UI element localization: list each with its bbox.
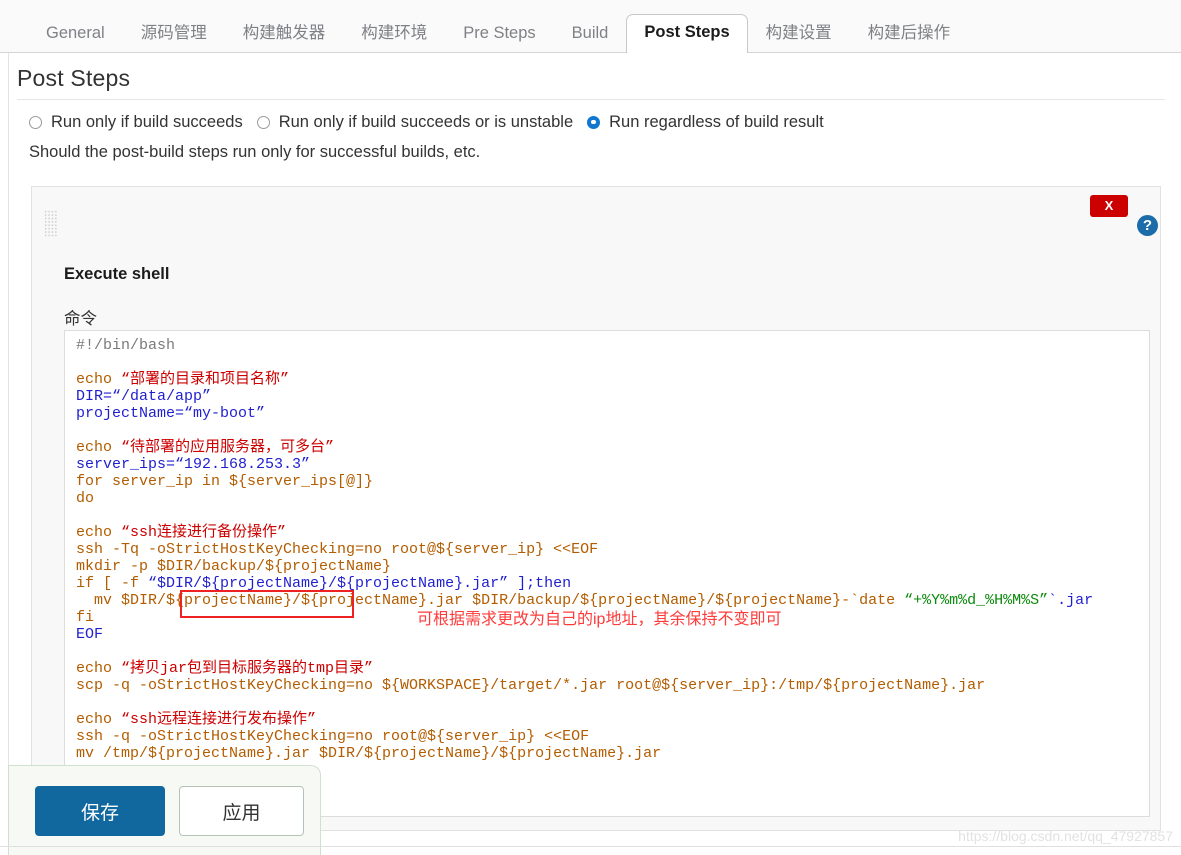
radio-indicator-icon[interactable] — [29, 116, 42, 129]
command-script-text[interactable]: #!/bin/bash echo “部署的目录和项目名称” DIR=“/data… — [76, 337, 1093, 816]
apply-button[interactable]: 应用 — [179, 786, 304, 836]
radio-option-1[interactable]: Run only if build succeeds or is unstabl… — [256, 113, 574, 132]
bottom-divider — [0, 846, 1181, 847]
radio-option-2[interactable]: Run regardless of build result — [587, 113, 824, 132]
tab-build[interactable]: Build — [554, 17, 627, 53]
tab-源码管理[interactable]: 源码管理 — [123, 17, 225, 53]
command-field-label: 命令 — [64, 310, 97, 328]
tab-pre-steps[interactable]: Pre Steps — [445, 17, 553, 53]
delete-step-button[interactable]: X — [1090, 195, 1128, 217]
tab-构建环境[interactable]: 构建环境 — [343, 17, 445, 53]
radio-indicator-icon[interactable] — [587, 116, 601, 129]
jenkins-job-config-page: General 源码管理 构建触发器 构建环境 Pre Steps Build Post S… — [0, 0, 1181, 855]
tab-构建后操作[interactable]: 构建后操作 — [850, 17, 969, 53]
command-editor[interactable]: #!/bin/bash echo “部署的目录和项目名称” DIR=“/data… — [64, 330, 1150, 817]
sticky-save-bar: 保存 应用 — [8, 765, 321, 855]
tab-general[interactable]: General — [28, 17, 123, 53]
title-divider — [17, 99, 1165, 100]
tab-构建设置[interactable]: 构建设置 — [748, 17, 850, 53]
radio-option-label: Run regardless of build result — [609, 113, 824, 131]
annotation-note: 可根据需求更改为自己的ip地址，其余保持不变即可 — [417, 611, 782, 628]
build-result-radio-group: Run only if build succeeds Run only if bu… — [29, 113, 824, 132]
post-steps-section: Post Steps Run only if build succeeds Run… — [8, 53, 1173, 855]
config-tabs: General 源码管理 构建触发器 构建环境 Pre Steps Build Post S… — [28, 8, 969, 54]
radio-option-label: Run only if build succeeds or is unstabl… — [278, 113, 574, 131]
help-icon[interactable]: ? — [1137, 215, 1158, 236]
post-steps-help-text: Should the post-build steps run only for… — [29, 143, 481, 161]
tab-post-steps[interactable]: Post Steps — [626, 13, 748, 54]
watermark: https://blog.csdn.net/qq_47927857 — [958, 828, 1173, 844]
radio-indicator-icon[interactable] — [256, 116, 270, 129]
drag-handle-icon[interactable] — [44, 210, 58, 238]
radio-option-0[interactable]: Run only if build succeeds — [29, 113, 243, 132]
config-tabbar: General 源码管理 构建触发器 构建环境 Pre Steps Build Post S… — [0, 0, 1181, 54]
page-title: Post Steps — [17, 65, 131, 91]
radio-option-label: Run only if build succeeds — [51, 113, 243, 131]
execute-shell-panel: X ? Execute shell 命令 #!/bin/bash echo “部… — [31, 186, 1161, 831]
save-button[interactable]: 保存 — [35, 786, 165, 836]
execute-shell-title: Execute shell — [64, 265, 170, 283]
tab-构建触发器[interactable]: 构建触发器 — [225, 17, 344, 53]
